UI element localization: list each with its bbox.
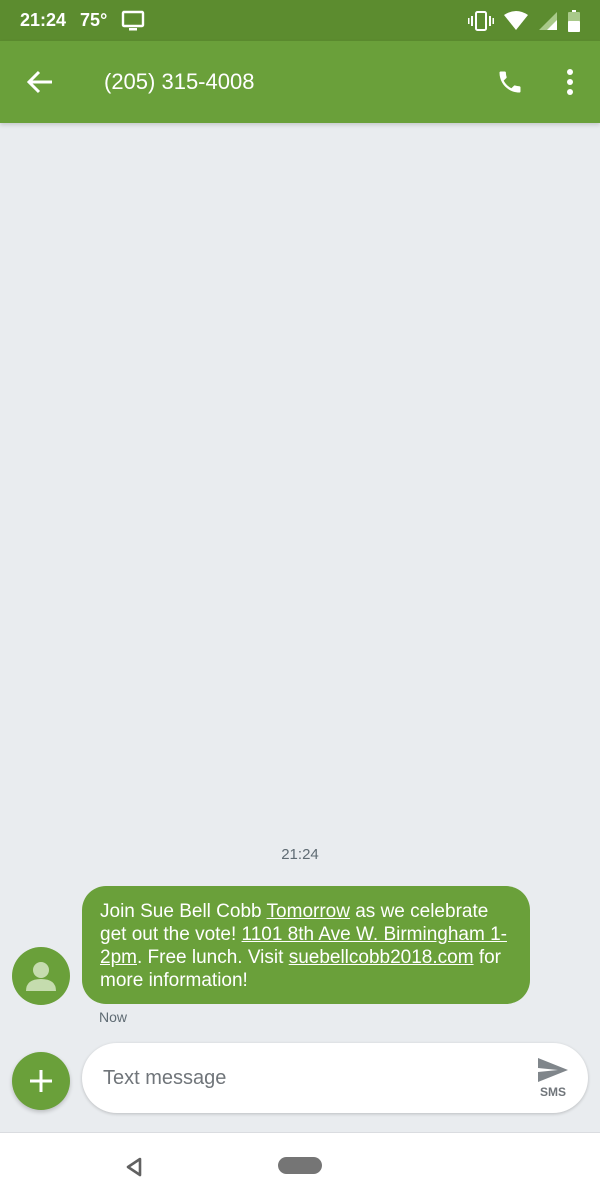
system-nav-bar xyxy=(0,1132,600,1200)
phone-icon xyxy=(496,68,524,96)
app-bar: (205) 315-4008 xyxy=(0,41,600,123)
send-sms-button[interactable]: SMS xyxy=(518,1043,588,1113)
cell-signal-icon xyxy=(538,11,558,31)
status-left: 21:24 75° xyxy=(20,10,145,32)
contact-avatar[interactable] xyxy=(12,947,70,1005)
status-right xyxy=(468,9,580,32)
back-arrow-icon xyxy=(27,70,53,94)
call-button[interactable] xyxy=(480,41,540,123)
message-timestamp: 21:24 xyxy=(281,846,319,863)
message-text: Join Sue Bell Cobb xyxy=(100,901,267,922)
message-status: Now xyxy=(99,1009,128,1025)
message-text: . Free lunch. Visit xyxy=(136,947,289,968)
more-options-button[interactable] xyxy=(540,41,600,123)
nav-back-icon xyxy=(122,1155,146,1179)
nav-home-pill[interactable] xyxy=(278,1157,322,1174)
nav-back-button[interactable] xyxy=(122,1155,146,1179)
conversation-title: (205) 315-4008 xyxy=(104,69,255,94)
wifi-icon xyxy=(504,10,528,31)
message-input[interactable] xyxy=(82,1066,518,1090)
vibrate-icon xyxy=(468,10,494,32)
more-vert-icon xyxy=(566,69,574,95)
message-bubble[interactable]: Join Sue Bell Cobb Tomorrow as we celebr… xyxy=(82,886,530,1004)
app-actions xyxy=(480,41,600,123)
send-label: SMS xyxy=(539,1085,566,1099)
message-link-tomorrow[interactable]: Tomorrow xyxy=(267,901,350,922)
battery-icon xyxy=(568,9,580,32)
status-temperature: 75° xyxy=(80,10,108,30)
send-icon xyxy=(537,1057,569,1083)
cast-display-icon xyxy=(121,10,145,32)
composer: SMS xyxy=(82,1043,588,1113)
back-button[interactable] xyxy=(0,41,80,123)
conversation-area[interactable]: 21:24 Join Sue Bell Cobb Tomorrow as we … xyxy=(0,123,600,1030)
attach-button[interactable] xyxy=(12,1052,70,1110)
status-bar: 21:24 75° xyxy=(0,0,600,41)
person-icon xyxy=(24,959,58,993)
message-link-url[interactable]: suebellcobb2018.com xyxy=(289,947,474,968)
status-time: 21:24 xyxy=(20,10,67,30)
plus-icon xyxy=(30,1070,52,1092)
